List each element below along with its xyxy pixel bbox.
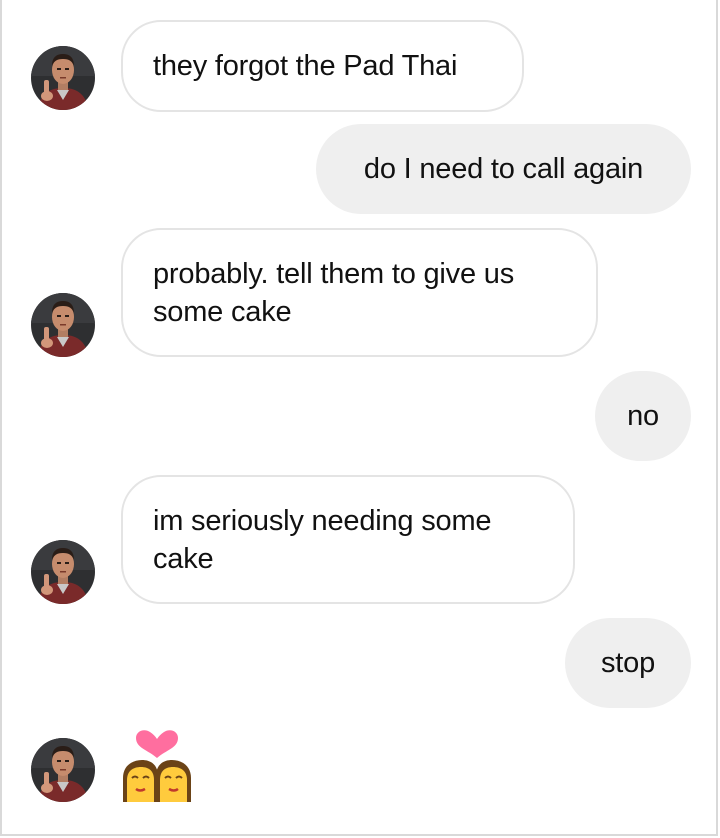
contact-avatar-icon[interactable] (31, 540, 95, 604)
contact-avatar-icon[interactable] (31, 738, 95, 802)
incoming-message-bubble[interactable]: probably. tell them to give us some cake (121, 228, 598, 357)
message-text: im seriously needing some cake (153, 504, 492, 575)
outgoing-message-bubble[interactable]: stop (565, 618, 691, 708)
couple-with-heart-icon[interactable] (120, 728, 194, 802)
outgoing-message-bubble[interactable]: do I need to call again (316, 124, 691, 214)
contact-avatar-icon[interactable] (31, 46, 95, 110)
incoming-message-bubble[interactable]: they forgot the Pad Thai (121, 20, 524, 112)
message-text: probably. tell them to give us some cake (153, 257, 514, 328)
contact-avatar-icon[interactable] (31, 293, 95, 357)
incoming-message-bubble[interactable]: im seriously needing some cake (121, 475, 575, 604)
message-text: stop (600, 647, 655, 679)
message-text: they forgot the Pad Thai (153, 50, 458, 82)
outgoing-message-bubble[interactable]: no (595, 371, 691, 461)
message-text: do I need to call again (363, 153, 644, 185)
message-text: no (627, 400, 659, 432)
